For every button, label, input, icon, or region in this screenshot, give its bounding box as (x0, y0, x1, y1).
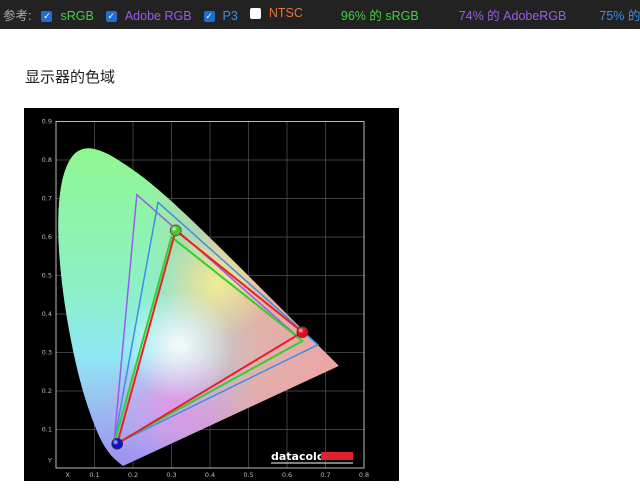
checkmark-icon[interactable]: ✓ (41, 10, 53, 22)
x-tick-label: 0.1 (89, 471, 99, 479)
gamut-chart-svg: 0.1 0.2 0.3 0.4 0.5 0.6 0.7 0.8 0.1 0.2 0.3 0.4 0.5 0… (42, 118, 370, 480)
x-tick-label: 0.2 (128, 471, 138, 479)
y-tick-label: 0.5 (42, 272, 52, 280)
y-axis-label: Y (47, 456, 52, 464)
y-tick-label: 0.4 (42, 310, 52, 318)
x-tick-label: 0.5 (243, 471, 253, 479)
datacolor-logo-bar (321, 452, 353, 460)
x-tick-label: 0.4 (205, 471, 215, 479)
marker-highlight (296, 326, 308, 338)
coverage-stat: 75% 的 P3 (599, 9, 640, 23)
x-tick-label: 0.6 (282, 471, 292, 479)
checkbox-label: NTSC (268, 6, 303, 20)
checkbox-label: P3 (222, 9, 238, 23)
checkbox-srgb[interactable]: ✓ sRGB (41, 9, 94, 23)
reference-toolbar: 参考: ✓ sRGB ✓ Adobe RGB ✓ P3 NTSC 96% 的 sRGB 74%… (0, 0, 640, 29)
checkbox-label: Adobe RGB (124, 9, 192, 23)
checkbox-ntsc[interactable]: NTSC (249, 6, 303, 20)
y-tick-label: 0.2 (42, 387, 52, 395)
y-tick-label: 0.3 (42, 349, 52, 357)
x-axis-label: X (65, 471, 70, 479)
coverage-stat: 74% 的 AdobeRGB (458, 9, 567, 23)
y-tick-label: 0.9 (42, 118, 52, 126)
checkmark-icon[interactable]: ✓ (105, 10, 117, 22)
y-tick-label: 0.8 (42, 156, 52, 164)
checkmark-icon[interactable]: ✓ (203, 10, 215, 22)
reference-label: 参考: (3, 9, 32, 23)
y-tick-label: 0.6 (42, 233, 52, 241)
gamut-chart: 0.1 0.2 0.3 0.4 0.5 0.6 0.7 0.8 0.1 0.2 0.3 0.4 0.5 0… (24, 108, 399, 481)
coverage-stat: 96% 的 sRGB (340, 9, 419, 23)
marker-highlight (111, 438, 123, 450)
marker-highlight (170, 224, 182, 236)
section-title: 显示器的色域 (25, 69, 116, 86)
y-tick-label: 0.7 (42, 195, 52, 203)
checkbox-p3[interactable]: ✓ P3 (203, 9, 238, 23)
checkbox-empty-icon[interactable] (249, 7, 261, 19)
x-tick-label: 0.7 (320, 471, 330, 479)
x-tick-label: 0.3 (166, 471, 176, 479)
checkbox-adobe-rgb[interactable]: ✓ Adobe RGB (105, 9, 192, 23)
x-tick-label: 0.8 (359, 471, 369, 479)
checkbox-label: sRGB (60, 9, 94, 23)
y-tick-label: 0.1 (42, 426, 52, 434)
